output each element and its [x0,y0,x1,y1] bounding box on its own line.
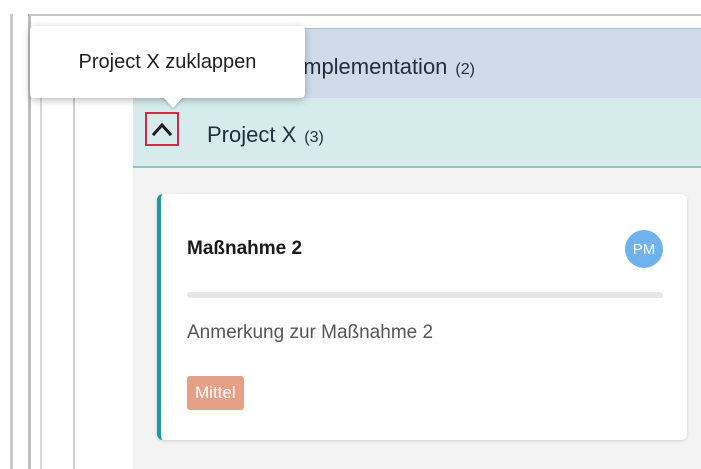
subgroup-header-project-x[interactable]: Project X (3) [133,98,701,168]
group-title: Implementation (2) [297,54,475,80]
panel-divider [10,14,13,469]
avatar[interactable]: PM [625,230,663,268]
priority-badge: Mittel [187,376,244,410]
collapse-project-x-button[interactable] [145,112,179,146]
tooltip: Project X zuklappen [30,26,305,98]
group-count: (2) [455,61,475,78]
tooltip-arrow [162,96,184,108]
top-border [0,0,701,14]
group-title-label: Implementation [297,54,448,79]
subgroup-title: Project X (3) [207,122,324,148]
card-note: Anmerkung zur Maßnahme 2 [187,322,434,343]
card-divider [187,292,663,298]
subgroup-title-label: Project X [207,122,297,147]
subgroup-content: Maßnahme 2 PM Anmerkung zur Maßnahme 2 M… [133,168,701,469]
subgroup-count: (3) [304,129,324,146]
chevron-up-icon [152,122,172,136]
card-title: Maßnahme 2 [187,238,303,259]
task-card[interactable]: Maßnahme 2 PM Anmerkung zur Maßnahme 2 M… [157,194,687,440]
